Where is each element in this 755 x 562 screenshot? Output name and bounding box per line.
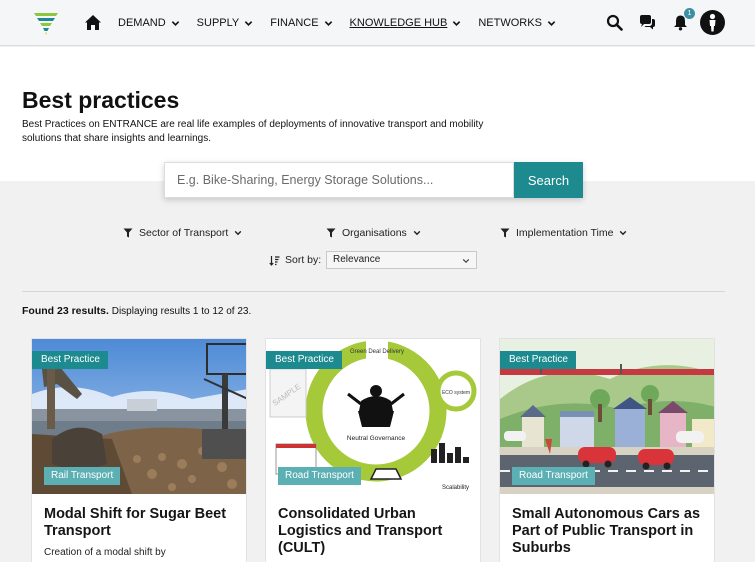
filter-label: Organisations [342, 227, 407, 239]
diagram-label-center: Neutral Governance [347, 435, 406, 442]
search-bar: Search [164, 162, 583, 198]
chevron-down-icon [413, 230, 421, 236]
filter-sector-of-transport[interactable]: Sector of Transport [123, 227, 242, 239]
chevron-down-icon [620, 230, 627, 236]
sort-icon [269, 255, 280, 266]
filter-label: Sector of Transport [139, 227, 229, 239]
search-icon[interactable] [606, 14, 623, 31]
menu-demand[interactable]: DEMAND [118, 17, 180, 29]
diagram-label-right: Scalability [442, 485, 469, 491]
top-navbar: DEMAND SUPPLY FINANCE KNOWLEDGE HUB NETW… [0, 0, 755, 46]
search-button[interactable]: Search [514, 162, 583, 198]
card-title[interactable]: Consolidated Urban Logistics and Transpo… [278, 506, 474, 557]
menu-label: FINANCE [270, 17, 319, 29]
results-displaying: Displaying results 1 to 12 of 23. [111, 306, 252, 317]
menu-label: SUPPLY [196, 17, 240, 29]
user-avatar[interactable] [700, 10, 725, 35]
menu-label: NETWORKS [478, 17, 542, 29]
menu-knowledge-hub[interactable]: KNOWLEDGE HUB [350, 17, 462, 29]
card-category: Rail Transport [44, 467, 121, 485]
best-practice-card[interactable]: Best Practice Road Transport Small Auton… [499, 338, 715, 562]
card-category: Road Transport [512, 467, 595, 485]
chat-icon[interactable] [639, 14, 656, 31]
chevron-down-icon [547, 20, 556, 26]
sort-label-text: Sort by: [285, 254, 322, 266]
hero-section [0, 47, 755, 181]
filter-label: Implementation Time [516, 227, 614, 239]
main-menu: DEMAND SUPPLY FINANCE KNOWLEDGE HUB NETW… [118, 0, 573, 46]
best-practice-card[interactable]: Best Practice Rail Transport Modal Shift… [31, 338, 247, 562]
card-badge: Best Practice [266, 351, 342, 369]
sort-select[interactable]: Relevance [326, 251, 477, 269]
card-badge: Best Practice [32, 351, 108, 369]
card-title[interactable]: Modal Shift for Sugar Beet Transport [44, 506, 240, 540]
card-category: Road Transport [278, 467, 361, 485]
chevron-down-icon [453, 20, 461, 26]
home-icon[interactable] [84, 14, 102, 31]
divider [22, 291, 725, 292]
diagram-label-top: Green Deal Delivery [350, 349, 404, 355]
chevron-down-icon [234, 230, 242, 236]
menu-networks[interactable]: NETWORKS [478, 17, 556, 29]
card-description: Creation of a modal shift by [44, 547, 166, 558]
best-practice-card[interactable]: Green Deal Delivery Neutral Governance E… [265, 338, 481, 562]
user-icon [709, 13, 716, 32]
diagram-label-circle: ECO system [442, 390, 470, 396]
sort-selected-value: Relevance [333, 254, 381, 265]
menu-label: DEMAND [118, 17, 166, 29]
chevron-down-icon [171, 20, 179, 26]
page-title: Best practices [22, 87, 180, 113]
search-input[interactable] [164, 162, 514, 198]
filter-organisations[interactable]: Organisations [326, 227, 421, 239]
filter-icon [500, 228, 510, 238]
filter-icon [123, 228, 133, 238]
chevron-down-icon [462, 258, 470, 264]
entrance-logo[interactable] [32, 9, 60, 37]
sort-label: Sort by: [269, 254, 321, 266]
card-title[interactable]: Small Autonomous Cars as Part of Public … [512, 506, 708, 557]
menu-finance[interactable]: FINANCE [270, 17, 332, 29]
card-badge: Best Practice [500, 351, 576, 369]
filter-implementation-time[interactable]: Implementation Time [500, 227, 627, 239]
menu-supply[interactable]: SUPPLY [197, 17, 254, 29]
chevron-down-icon [324, 20, 332, 26]
notification-badge: 1 [684, 8, 695, 19]
menu-label: KNOWLEDGE HUB [349, 17, 448, 29]
filter-icon [326, 228, 336, 238]
page-description: Best Practices on ENTRANCE are real life… [22, 119, 484, 144]
results-summary: Found 23 results. Displaying results 1 t… [22, 305, 251, 317]
chevron-down-icon [245, 20, 253, 26]
results-found: Found 23 results. [22, 305, 109, 317]
